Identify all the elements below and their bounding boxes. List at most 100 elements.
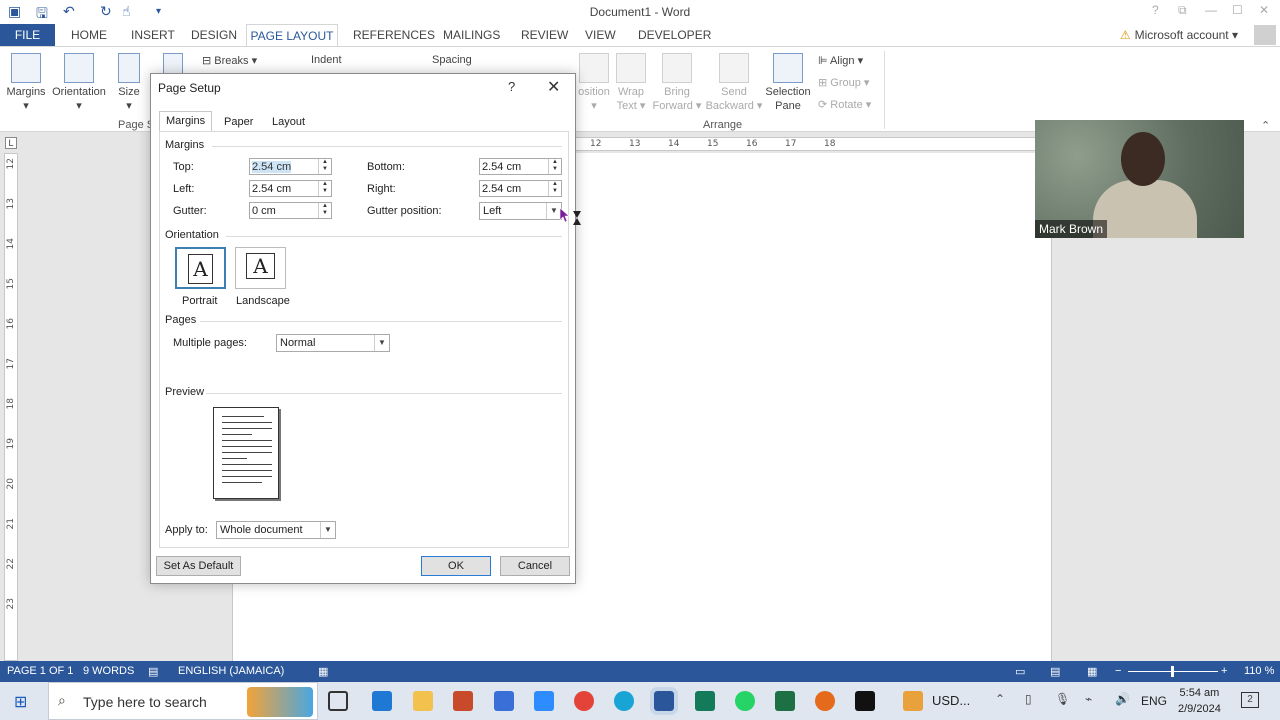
chevron-up-icon[interactable]: ⌃ — [995, 692, 1005, 706]
align-button[interactable]: ⊫ Align ▾ — [818, 54, 863, 67]
send-backward-button[interactable]: Send Backward ▾ — [704, 53, 764, 113]
weather-text[interactable]: USD... — [932, 693, 970, 708]
zoom-app-icon[interactable] — [534, 691, 554, 711]
ok-button[interactable]: OK — [421, 556, 491, 576]
apply-to-select[interactable]: Whole document ▼ — [216, 521, 336, 539]
powerpoint-icon[interactable] — [453, 691, 473, 711]
web-layout-icon[interactable]: ▦ — [1087, 665, 1097, 678]
landscape-option[interactable]: A — [235, 247, 286, 289]
volume-icon[interactable]: 🔊 — [1115, 692, 1130, 706]
portrait-option[interactable]: A — [175, 247, 226, 289]
help-button[interactable]: ? — [508, 79, 515, 94]
word-icon[interactable] — [650, 687, 678, 715]
chevron-down-icon[interactable]: ▼ — [374, 335, 389, 351]
tab-references[interactable]: REFERENCES — [353, 28, 435, 42]
chrome-icon[interactable] — [574, 691, 594, 711]
tab-view[interactable]: VIEW — [585, 28, 616, 42]
gutter-position-select[interactable]: Left ▼ — [479, 202, 562, 220]
help-icon[interactable]: ? — [1152, 3, 1159, 17]
weather-icon[interactable] — [903, 691, 923, 711]
windows-start-icon[interactable]: ⊞ — [14, 692, 27, 712]
breaks-button[interactable]: ⊟ Breaks ▾ — [202, 54, 257, 67]
tab-review[interactable]: REVIEW — [521, 28, 568, 42]
taskbar-search[interactable]: ⌕ Type here to search — [48, 682, 318, 720]
page-count[interactable]: PAGE 1 OF 1 — [7, 665, 73, 677]
set-as-default-button[interactable]: Set As Default — [156, 556, 241, 576]
rotate-button[interactable]: ⟳ Rotate ▾ — [818, 98, 871, 111]
macro-icon[interactable]: ▦ — [318, 665, 328, 678]
wrap-text-button[interactable]: Wrap Text ▾ — [614, 53, 648, 113]
file-explorer-icon[interactable] — [413, 691, 433, 711]
store-icon[interactable] — [494, 691, 514, 711]
tray-device-icon[interactable]: ▯ — [1025, 692, 1032, 706]
tiktok-icon[interactable] — [855, 691, 875, 711]
mail-icon[interactable] — [372, 691, 392, 711]
spinner-arrows-icon[interactable]: ▲ ▼ — [548, 159, 561, 174]
read-mode-icon[interactable]: ▭ — [1015, 665, 1025, 678]
chevron-down-icon[interactable]: ▼ — [320, 522, 335, 538]
ribbon-display-icon[interactable]: ⧉ — [1178, 3, 1187, 18]
word-count[interactable]: 9 WORDS — [83, 665, 134, 677]
spinner-arrows-icon[interactable]: ▲ ▼ — [318, 159, 331, 174]
publisher-icon[interactable] — [695, 691, 715, 711]
tab-insert[interactable]: INSERT — [131, 28, 175, 42]
tab-layout[interactable]: Layout — [266, 113, 311, 132]
right-margin-input[interactable]: 2.54 cm ▲ ▼ — [479, 180, 562, 197]
search-highlight-image — [247, 687, 313, 717]
edge-icon[interactable] — [614, 691, 634, 711]
tab-page-layout[interactable]: PAGE LAYOUT — [246, 24, 338, 47]
tab-mailings[interactable]: MAILINGS — [443, 28, 500, 42]
tab-paper[interactable]: Paper — [218, 113, 259, 132]
orientation-button[interactable]: Orientation ▾ — [50, 53, 108, 113]
excel-icon[interactable] — [775, 691, 795, 711]
zoom-in-icon[interactable]: + — [1221, 665, 1227, 677]
size-button[interactable]: Size ▾ — [116, 53, 142, 113]
vertical-ruler[interactable]: 12 13 14 15 16 17 18 19 20 21 22 23 — [4, 153, 18, 661]
group-button[interactable]: ⊞ Group ▾ — [818, 76, 869, 89]
tab-home[interactable]: HOME — [71, 28, 107, 42]
selection-pane-button[interactable]: Selection Pane — [762, 53, 814, 113]
tab-margins[interactable]: Margins — [159, 111, 213, 132]
position-button[interactable]: osition ▾ — [574, 53, 614, 113]
preview-line — [222, 452, 272, 453]
task-view-icon[interactable] — [328, 691, 348, 711]
tab-developer[interactable]: DEVELOPER — [638, 28, 711, 42]
gutter-input[interactable]: 0 cm ▲ ▼ — [249, 202, 332, 219]
network-icon[interactable]: ⌁ — [1085, 692, 1092, 706]
spinner-arrows-icon[interactable]: ▲ ▼ — [318, 181, 331, 196]
firefox-icon[interactable] — [815, 691, 835, 711]
tab-selector-icon[interactable]: L — [5, 137, 17, 149]
whatsapp-icon[interactable] — [735, 691, 755, 711]
maximize-icon[interactable]: ☐ — [1232, 3, 1243, 17]
avatar[interactable] — [1254, 25, 1276, 45]
margins-button[interactable]: Margins ▾ — [6, 53, 46, 113]
spinner-arrows-icon[interactable]: ▲ ▼ — [548, 181, 561, 196]
close-window-icon[interactable]: ✕ — [1259, 3, 1269, 17]
left-margin-input[interactable]: 2.54 cm ▲ ▼ — [249, 180, 332, 197]
zoom-level[interactable]: 110 % — [1244, 665, 1274, 677]
bring-forward-button[interactable]: Bring Forward ▾ — [652, 53, 702, 113]
collapse-ribbon-icon[interactable]: ⌃ — [1261, 119, 1270, 132]
bottom-margin-input[interactable]: 2.54 cm ▲ ▼ — [479, 158, 562, 175]
print-layout-icon[interactable]: ▤ — [1050, 665, 1060, 678]
tab-design[interactable]: DESIGN — [191, 28, 237, 42]
orientation-icon — [64, 53, 94, 83]
chevron-down-icon[interactable]: ▼ — [546, 203, 561, 219]
notifications-icon[interactable]: 2 — [1241, 692, 1259, 708]
zoom-slider-thumb[interactable] — [1171, 666, 1174, 677]
language-status[interactable]: ENGLISH (JAMAICA) — [178, 665, 284, 677]
account-menu[interactable]: ⚠ Microsoft account ▾ — [1120, 28, 1238, 42]
minimize-icon[interactable]: — — [1205, 3, 1217, 17]
input-language[interactable]: ENG — [1141, 694, 1167, 708]
spinner-arrows-icon[interactable]: ▲ ▼ — [318, 203, 331, 218]
cancel-button[interactable]: Cancel — [500, 556, 570, 576]
proofing-icon[interactable]: ▤ — [148, 665, 158, 678]
microphone-icon[interactable]: 🎙 — [1055, 692, 1070, 706]
multiple-pages-select[interactable]: Normal ▼ — [276, 334, 390, 352]
zoom-out-icon[interactable]: − — [1115, 665, 1121, 677]
tab-file[interactable]: FILE — [0, 24, 55, 46]
top-margin-input[interactable]: 2.54 cm ▲ ▼ — [249, 158, 332, 175]
clock[interactable]: 5:54 am 2/9/2024 — [1178, 685, 1221, 717]
close-icon[interactable]: ✕ — [547, 77, 560, 97]
size-label: Size — [118, 86, 140, 98]
